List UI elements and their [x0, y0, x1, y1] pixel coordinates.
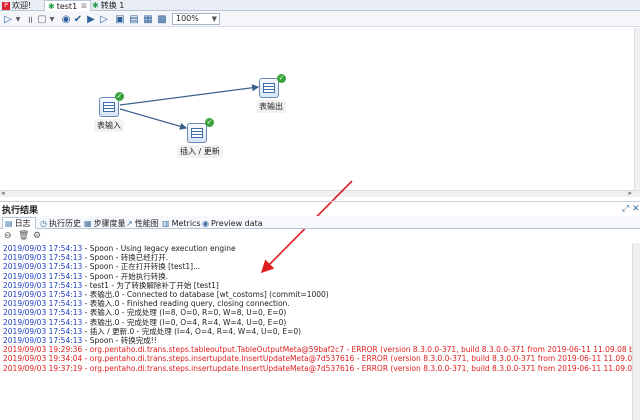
- preview-icon: ◉: [202, 218, 209, 228]
- log-timestamp: 2019/09/03 17:54:13: [3, 326, 83, 336]
- log-timestamp: 2019/09/03 17:54:13: [3, 290, 83, 299]
- log-timestamp: 2019/09/03 17:54:13: [3, 336, 83, 345]
- results-tabs: ▤ 日志 ◷ 执行历史 ▦ 步骤度量 ↗ 性能图 ▥ Metrics ◉ Pre…: [0, 216, 640, 229]
- log-toolbar: ⊖ 🗑 ⚙: [0, 230, 640, 242]
- log-message: - 插入 / 更新.0 - 完成处理 (I=4, O=4, R=4, W=4, …: [82, 326, 302, 336]
- log-timestamp: 2019/09/03 17:54:13: [3, 262, 83, 272]
- log-message: - Spoon - 开始执行转换.: [82, 271, 169, 281]
- results-panel-header: 执行结果 ⤢ ✕: [0, 201, 640, 216]
- log-timestamp: 2019/09/03 19:29:36: [3, 345, 83, 355]
- log-line: 2019/09/03 17:54:13 - Spoon - 正在打开转换 [te…: [3, 262, 200, 271]
- log-message: - Spoon - 转换完成!!: [82, 336, 157, 345]
- log-line: 2019/09/03 17:54:13 - 插入 / 更新.0 - 完成处理 (…: [3, 327, 301, 336]
- trash-icon[interactable]: 🗑: [18, 231, 29, 241]
- tab-preview-data-label: Preview data: [210, 218, 263, 228]
- tab-metrics-label: Metrics: [171, 218, 201, 228]
- log-line-error: 2019/09/03 19:29:36 - org.pentaho.di.tra…: [3, 345, 632, 354]
- log-line: 2019/09/03 17:54:13 - 表输入.0 - Finished r…: [3, 299, 290, 308]
- log-icon: ▤: [5, 219, 13, 228]
- log-message: - 表输出.0 - 完成处理 (I=0, O=4, R=4, W=4, U=0,…: [82, 317, 287, 327]
- close-icon[interactable]: ✕: [632, 204, 640, 214]
- log-timestamp: 2019/09/03 17:54:13: [3, 280, 83, 290]
- log-timestamp: 2019/09/03 17:54:13: [3, 244, 83, 253]
- log-line: 2019/09/03 17:54:13 - 表输出.0 - 完成处理 (I=0,…: [3, 318, 286, 327]
- log-timestamp: 2019/09/03 19:37:19: [3, 363, 83, 373]
- clear-log-icon[interactable]: ⊖: [4, 231, 12, 241]
- log-line: 2019/09/03 17:54:13 - Spoon - 开始执行转换.: [3, 272, 168, 281]
- log-line: 2019/09/03 17:54:13 - test1 - 为了转换解除补丁开始…: [3, 281, 219, 290]
- step-metrics-icon: ▦: [84, 218, 92, 228]
- log-timestamp: 2019/09/03 19:34:04: [3, 354, 83, 364]
- metrics-icon: ▥: [162, 218, 170, 228]
- tab-history-label: 执行历史: [48, 218, 81, 228]
- tab-history[interactable]: ◷ 执行历史: [38, 217, 81, 229]
- log-message: - 表输入.0 - 完成处理 (I=8, O=0, R=0, W=8, U=0,…: [82, 308, 287, 318]
- log-line-error: 2019/09/03 19:37:19 - org.pentaho.di.tra…: [3, 364, 632, 373]
- log-message: - Spoon - Using legacy execution engine: [82, 244, 236, 253]
- log-output[interactable]: 2019/09/03 17:54:13 - Spoon - Using lega…: [0, 243, 632, 420]
- log-message: - Spoon - 正在打开转换 [test1]...: [82, 262, 201, 272]
- log-line: 2019/09/03 17:54:13 - Spoon - 转换已经打开.: [3, 253, 168, 262]
- tab-step-metrics[interactable]: ▦ 步骤度量: [82, 217, 126, 229]
- tab-performance-label: 性能图: [134, 218, 159, 228]
- log-line: 2019/09/03 17:54:13 - Spoon - 转换完成!!: [3, 336, 157, 345]
- log-line: 2019/09/03 17:54:13 - 表输入.0 - 完成处理 (I=8,…: [3, 308, 286, 317]
- log-message: - test1 - 为了转换解除补丁开始 [test1]: [82, 280, 219, 290]
- history-icon: ◷: [40, 218, 47, 228]
- log-message: - org.pentaho.di.trans.steps.insertupdat…: [84, 363, 632, 373]
- log-message: - 表输入.0 - Finished reading query, closin…: [82, 299, 290, 309]
- log-timestamp: 2019/09/03 17:54:13: [3, 271, 83, 281]
- log-message: - 表输出.0 - Connected to database [wt_cost…: [82, 290, 329, 299]
- gear-icon[interactable]: ⚙: [33, 231, 41, 241]
- tab-performance[interactable]: ↗ 性能图: [124, 217, 159, 229]
- log-timestamp: 2019/09/03 17:54:13: [3, 317, 83, 327]
- tab-metrics[interactable]: ▥ Metrics: [160, 217, 201, 229]
- log-timestamp: 2019/09/03 17:54:13: [3, 299, 83, 309]
- log-message: - org.pentaho.di.trans.steps.tableoutput…: [84, 345, 632, 355]
- log-line: 2019/09/03 17:54:13 - 表输出.0 - Connected …: [3, 290, 329, 299]
- tab-step-metrics-label: 步骤度量: [93, 218, 126, 228]
- log-line-error: 2019/09/03 19:34:04 - org.pentaho.di.tra…: [3, 354, 632, 363]
- log-message: - Spoon - 转换已经打开.: [82, 253, 169, 263]
- log-message: - org.pentaho.di.trans.steps.insertupdat…: [84, 354, 632, 364]
- results-title: 执行结果: [2, 206, 39, 216]
- tab-log-label: 日志: [14, 219, 31, 228]
- tab-preview-data[interactable]: ◉ Preview data: [200, 217, 263, 229]
- maximize-icon[interactable]: ⤢: [622, 204, 629, 214]
- log-line: 2019/09/03 17:54:13 - Spoon - Using lega…: [3, 244, 236, 253]
- log-scrollbar[interactable]: [632, 243, 640, 420]
- log-timestamp: 2019/09/03 17:54:13: [3, 253, 83, 263]
- log-timestamp: 2019/09/03 17:54:13: [3, 308, 83, 318]
- chart-icon: ↗: [126, 218, 133, 228]
- tab-log[interactable]: ▤ 日志: [2, 217, 36, 229]
